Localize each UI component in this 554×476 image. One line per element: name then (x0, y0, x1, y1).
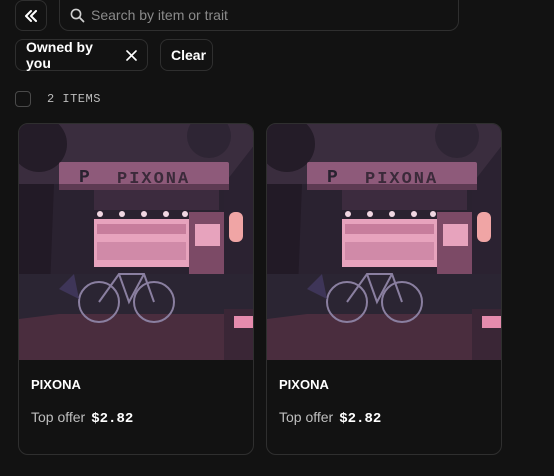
item-card[interactable]: P PIXONA PIXONA Top offer $2.82 (266, 123, 502, 455)
collapse-sidebar-button[interactable] (15, 0, 47, 31)
item-image: P PIXONA (19, 124, 253, 360)
close-icon[interactable] (126, 49, 137, 61)
sign-logo-icon: P (327, 168, 338, 188)
search-icon (70, 8, 85, 22)
search-input[interactable] (91, 7, 431, 23)
top-offer: Top offer $2.82 (31, 409, 133, 427)
sign-logo-icon: P (79, 168, 90, 188)
select-all-checkbox[interactable] (15, 91, 31, 107)
double-chevron-left-icon (25, 9, 37, 22)
top-offer-price: $2.82 (339, 411, 382, 427)
sign-text: PIXONA (365, 170, 438, 189)
owned-by-you-chip[interactable]: Owned by you (15, 39, 148, 71)
items-header: 2 ITEMS (15, 90, 101, 108)
items-count: 2 ITEMS (47, 92, 101, 106)
top-offer-price: $2.82 (91, 411, 134, 427)
search-field[interactable] (59, 0, 459, 31)
sign-text: PIXONA (117, 170, 190, 189)
clear-filters-button[interactable]: Clear (160, 39, 213, 71)
top-offer: Top offer $2.82 (279, 409, 381, 427)
owned-by-you-label: Owned by you (26, 39, 93, 71)
top-offer-label: Top offer (31, 409, 86, 425)
top-bar (15, 0, 554, 31)
item-card[interactable]: P PIXONA PIXONA Top offer $2.82 (18, 123, 254, 455)
clear-label: Clear (171, 47, 207, 63)
item-image: P PIXONA (267, 124, 501, 360)
item-name: PIXONA (279, 377, 329, 392)
item-name: PIXONA (31, 377, 81, 392)
top-offer-label: Top offer (279, 409, 334, 425)
